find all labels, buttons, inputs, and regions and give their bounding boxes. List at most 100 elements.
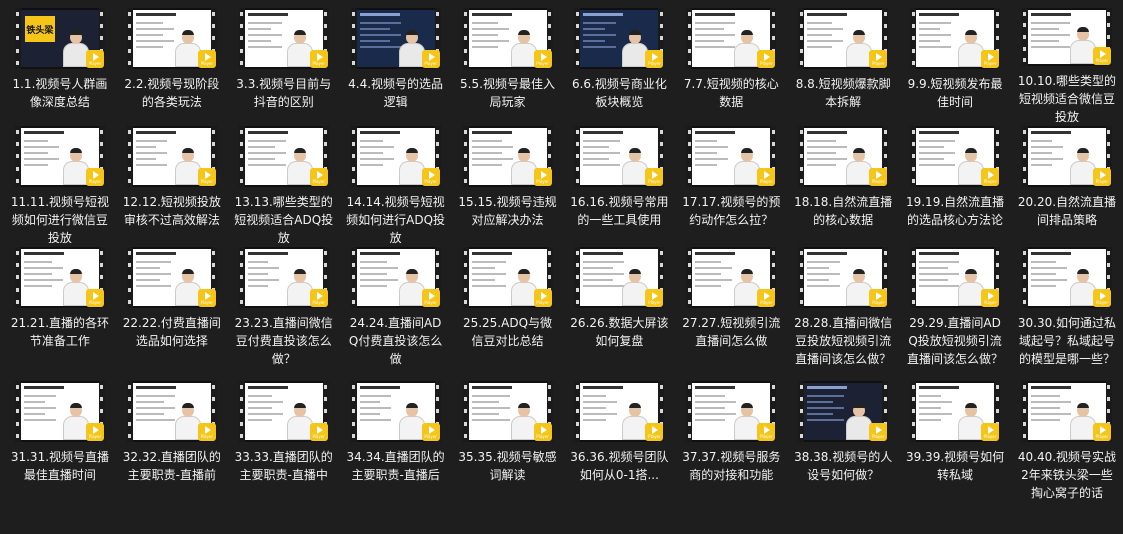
video-item[interactable]: Player 24.24.直播间ADQ付费直投该怎么做: [340, 247, 452, 381]
video-title[interactable]: 32.32.直播团队的主要职责-直播前: [122, 448, 222, 484]
video-title[interactable]: 11.11.视频号短视频如何进行微信豆投放: [10, 193, 110, 247]
video-item[interactable]: Player 36.36.视频号团队如何从0-1搭...: [563, 381, 675, 527]
video-title[interactable]: 18.18.自然流直播的核心数据: [793, 193, 893, 229]
video-item[interactable]: Player 21.21.直播的各环节准备工作: [4, 247, 116, 381]
video-thumbnail[interactable]: Player: [910, 247, 1001, 308]
video-thumbnail[interactable]: Player: [350, 381, 441, 442]
video-thumbnail[interactable]: Player: [126, 126, 217, 187]
video-thumbnail[interactable]: Player: [462, 247, 553, 308]
video-thumbnail[interactable]: Player: [350, 247, 441, 308]
video-item[interactable]: Player 20.20.自然流直播间排品策略: [1011, 126, 1123, 247]
video-item[interactable]: Player 40.40.视频号实战2年来铁头梁一些掏心窝子的话: [1011, 381, 1123, 527]
video-title[interactable]: 1.1.视频号人群画像深度总结: [10, 75, 110, 111]
video-title[interactable]: 24.24.直播间ADQ付费直投该怎么做: [346, 314, 446, 368]
video-thumbnail[interactable]: 铁头梁 Player: [14, 8, 105, 69]
video-thumbnail[interactable]: Player: [910, 8, 1001, 69]
video-item[interactable]: Player 17.17.视频号的预约动作怎么拉？: [675, 126, 787, 247]
video-item[interactable]: Player 39.39.视频号如何转私域: [899, 381, 1011, 527]
video-thumbnail[interactable]: Player: [574, 247, 665, 308]
video-item[interactable]: Player 34.34.直播团队的主要职责-直播后: [340, 381, 452, 527]
video-item[interactable]: Player 7.7.短视频的核心数据: [675, 8, 787, 126]
video-item[interactable]: Player 30.30.如何通过私域起号？私域起号的模型是哪一些？: [1011, 247, 1123, 381]
video-thumbnail[interactable]: Player: [126, 381, 217, 442]
video-item[interactable]: Player 14.14.视频号短视频如何进行ADQ投放: [340, 126, 452, 247]
video-title[interactable]: 2.2.视频号现阶段的各类玩法: [122, 75, 222, 111]
video-title[interactable]: 4.4.视频号的选品逻辑: [346, 75, 446, 111]
video-title[interactable]: 23.23.直播间微信豆付费直投该怎么做？: [234, 314, 334, 368]
video-thumbnail[interactable]: Player: [1021, 381, 1112, 442]
video-item[interactable]: Player 3.3.视频号目前与抖音的区别: [228, 8, 340, 126]
video-title[interactable]: 25.25.ADQ与微信豆对比总结: [458, 314, 558, 350]
video-title[interactable]: 28.28.直播间微信豆投放短视频引流直播间该怎么做？: [793, 314, 893, 368]
video-title[interactable]: 14.14.视频号短视频如何进行ADQ投放: [346, 193, 446, 247]
video-thumbnail[interactable]: Player: [462, 381, 553, 442]
video-thumbnail[interactable]: Player: [350, 8, 441, 69]
video-title[interactable]: 3.3.视频号目前与抖音的区别: [234, 75, 334, 111]
video-thumbnail[interactable]: Player: [686, 126, 777, 187]
video-title[interactable]: 20.20.自然流直播间排品策略: [1017, 193, 1117, 229]
video-item[interactable]: Player 12.12.短视频投放审核不过高效解法: [116, 126, 228, 247]
video-thumbnail[interactable]: Player: [798, 381, 889, 442]
video-title[interactable]: 13.13.哪些类型的短视频适合ADQ投放: [234, 193, 334, 247]
video-item[interactable]: Player 32.32.直播团队的主要职责-直播前: [116, 381, 228, 527]
video-title[interactable]: 39.39.视频号如何转私域: [905, 448, 1005, 484]
video-title[interactable]: 34.34.直播团队的主要职责-直播后: [346, 448, 446, 484]
video-title[interactable]: 36.36.视频号团队如何从0-1搭...: [569, 448, 669, 484]
video-item[interactable]: Player 2.2.视频号现阶段的各类玩法: [116, 8, 228, 126]
video-item[interactable]: Player 27.27.短视频引流直播间怎么做: [675, 247, 787, 381]
video-title[interactable]: 27.27.短视频引流直播间怎么做: [681, 314, 781, 350]
video-item[interactable]: Player 5.5.视频号最佳入局玩家: [452, 8, 564, 126]
video-thumbnail[interactable]: Player: [238, 247, 329, 308]
video-title[interactable]: 21.21.直播的各环节准备工作: [10, 314, 110, 350]
video-item[interactable]: Player 22.22.付费直播间选品如何选择: [116, 247, 228, 381]
video-title[interactable]: 31.31.视频号直播最佳直播时间: [10, 448, 110, 484]
video-item[interactable]: 铁头梁 Player 1.1.视频号人群画像深度总结: [4, 8, 116, 126]
video-thumbnail[interactable]: Player: [686, 247, 777, 308]
video-thumbnail[interactable]: Player: [574, 381, 665, 442]
video-thumbnail[interactable]: Player: [238, 381, 329, 442]
video-thumbnail[interactable]: Player: [14, 381, 105, 442]
video-title[interactable]: 6.6.视频号商业化板块概览: [569, 75, 669, 111]
video-title[interactable]: 38.38.视频号的人设号如何做？: [793, 448, 893, 484]
video-thumbnail[interactable]: Player: [238, 126, 329, 187]
video-title[interactable]: 16.16.视频号常用的一些工具使用: [569, 193, 669, 229]
video-title[interactable]: 37.37.视频号服务商的对接和功能: [681, 448, 781, 484]
video-item[interactable]: Player 19.19.自然流直播的选品核心方法论: [899, 126, 1011, 247]
video-item[interactable]: Player 38.38.视频号的人设号如何做？: [787, 381, 899, 527]
video-title[interactable]: 35.35.视频号敏感词解读: [458, 448, 558, 484]
video-thumbnail[interactable]: Player: [910, 126, 1001, 187]
video-thumbnail[interactable]: Player: [14, 247, 105, 308]
video-item[interactable]: Player 31.31.视频号直播最佳直播时间: [4, 381, 116, 527]
video-item[interactable]: Player 8.8.短视频爆款脚本拆解: [787, 8, 899, 126]
video-title[interactable]: 9.9.短视频发布最佳时间: [905, 75, 1005, 111]
video-item[interactable]: Player 35.35.视频号敏感词解读: [452, 381, 564, 527]
video-title[interactable]: 33.33.直播团队的主要职责-直播中: [234, 448, 334, 484]
video-title[interactable]: 26.26.数据大屏该如何复盘: [569, 314, 669, 350]
video-title[interactable]: 30.30.如何通过私域起号？私域起号的模型是哪一些？: [1017, 314, 1117, 368]
video-item[interactable]: Player 6.6.视频号商业化板块概览: [563, 8, 675, 126]
video-item[interactable]: Player 10.10.哪些类型的短视频适合微信豆投放: [1011, 8, 1123, 126]
video-item[interactable]: Player 26.26.数据大屏该如何复盘: [563, 247, 675, 381]
video-thumbnail[interactable]: Player: [910, 381, 1001, 442]
video-item[interactable]: Player 9.9.短视频发布最佳时间: [899, 8, 1011, 126]
video-title[interactable]: 19.19.自然流直播的选品核心方法论: [905, 193, 1005, 229]
video-title[interactable]: 12.12.短视频投放审核不过高效解法: [122, 193, 222, 229]
video-thumbnail[interactable]: Player: [14, 126, 105, 187]
video-item[interactable]: Player 29.29.直播间ADQ投放短视频引流直播间该怎么做？: [899, 247, 1011, 381]
video-thumbnail[interactable]: Player: [1021, 8, 1112, 66]
video-thumbnail[interactable]: Player: [686, 381, 777, 442]
video-thumbnail[interactable]: Player: [126, 8, 217, 69]
video-title[interactable]: 29.29.直播间ADQ投放短视频引流直播间该怎么做？: [905, 314, 1005, 368]
video-thumbnail[interactable]: Player: [462, 126, 553, 187]
video-item[interactable]: Player 33.33.直播团队的主要职责-直播中: [228, 381, 340, 527]
video-title[interactable]: 8.8.短视频爆款脚本拆解: [793, 75, 893, 111]
video-thumbnail[interactable]: Player: [350, 126, 441, 187]
video-thumbnail[interactable]: Player: [126, 247, 217, 308]
video-thumbnail[interactable]: Player: [798, 247, 889, 308]
video-title[interactable]: 5.5.视频号最佳入局玩家: [458, 75, 558, 111]
video-title[interactable]: 7.7.短视频的核心数据: [681, 75, 781, 111]
video-thumbnail[interactable]: Player: [238, 8, 329, 69]
video-item[interactable]: Player 18.18.自然流直播的核心数据: [787, 126, 899, 247]
video-thumbnail[interactable]: Player: [462, 8, 553, 69]
video-item[interactable]: Player 11.11.视频号短视频如何进行微信豆投放: [4, 126, 116, 247]
